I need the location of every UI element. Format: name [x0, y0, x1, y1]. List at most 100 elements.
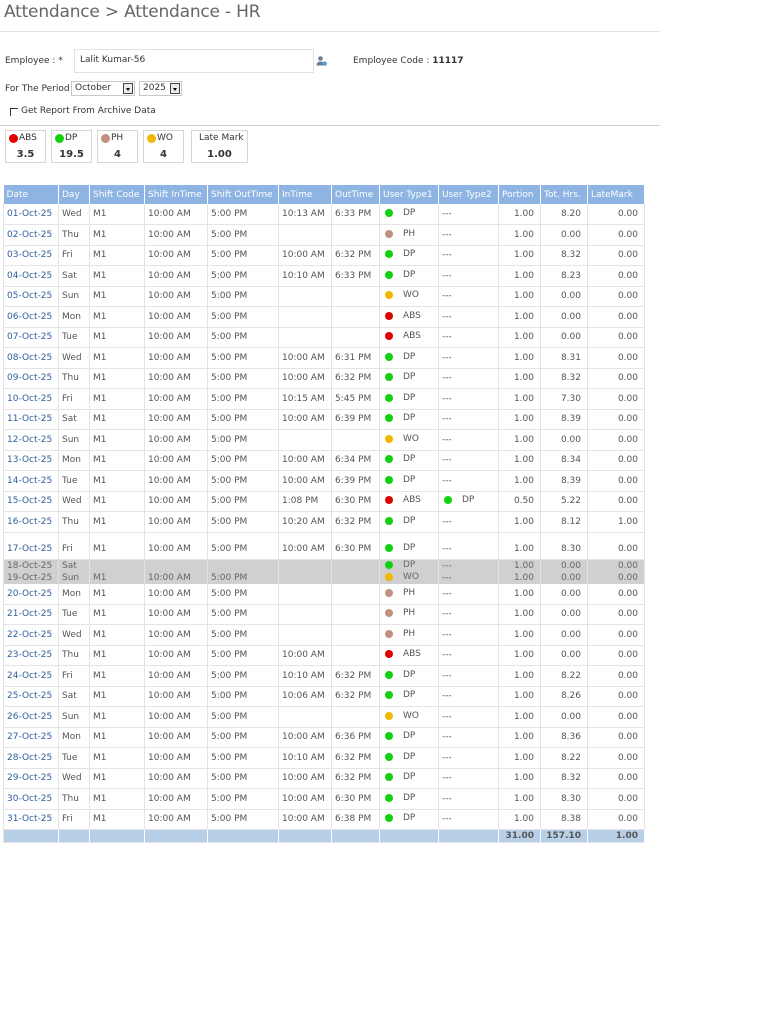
date-cell[interactable]: 28-Oct-25 — [3, 747, 59, 769]
table-row[interactable]: 22-Oct-25 Wed M1 10:00 AM 5:00 PM PH --- 1.00 0.… — [3, 624, 645, 646]
table-row[interactable]: 25-Oct-25 Sat M1 10:00 AM 5:00 PM 10:06 AM 6:3… — [3, 686, 645, 707]
date-cell[interactable]: 04-Oct-25 — [3, 265, 59, 287]
date-cell[interactable]: 09-Oct-25 — [3, 368, 59, 389]
date-cell[interactable]: 26-Oct-25 — [3, 706, 59, 728]
day-cell: Sat — [58, 409, 90, 430]
user-type-label: DP — [403, 392, 416, 403]
table-row[interactable]: 08-Oct-25 Wed M1 10:00 AM 5:00 PM 10:00 AM 6:3… — [3, 347, 645, 369]
user-type-badge: DP — [383, 516, 415, 526]
column-header[interactable]: Portion — [498, 185, 541, 204]
table-row[interactable]: 12-Oct-25 Sun M1 10:00 AM 5:00 PM WO --- 1.00 0.… — [3, 429, 645, 451]
date-cell[interactable]: 02-Oct-25 — [3, 224, 59, 246]
archive-checkbox[interactable] — [10, 108, 18, 116]
table-row[interactable]: 21-Oct-25 Tue M1 10:00 AM 5:00 PM PH --- 1.00 0.… — [3, 604, 645, 625]
table-row[interactable]: 17-Oct-25 Fri M1 10:00 AM 5:00 PM 10:00 AM 6:3… — [3, 532, 645, 560]
date-cell[interactable]: 03-Oct-25 — [3, 245, 59, 266]
shift-in-cell: 10:00 AM — [144, 624, 208, 646]
column-header[interactable]: OutTime — [331, 185, 380, 204]
column-header[interactable]: Shift InTime — [144, 185, 208, 204]
table-row[interactable]: 26-Oct-25 Sun M1 10:00 AM 5:00 PM WO --- 1.00 0.… — [3, 706, 645, 728]
table-row[interactable]: 18-Oct-25 Sat DP --- 1.00 0.00 0.00 — [3, 559, 645, 572]
portion-cell: 1.00 — [498, 224, 541, 246]
out-time-cell: 6:32 PM — [331, 686, 380, 707]
table-row[interactable]: 05-Oct-25 Sun M1 10:00 AM 5:00 PM WO --- 1.00 0.… — [3, 286, 645, 307]
table-row[interactable]: 24-Oct-25 Fri M1 10:00 AM 5:00 PM 10:10 AM 6:3… — [3, 665, 645, 687]
status-dot-icon — [385, 793, 393, 802]
table-row[interactable]: 13-Oct-25 Mon M1 10:00 AM 5:00 PM 10:00 AM 6:3… — [3, 450, 645, 471]
user-type-badge: DP — [383, 670, 415, 680]
table-row[interactable]: 28-Oct-25 Tue M1 10:00 AM 5:00 PM 10:10 AM 6:3… — [3, 747, 645, 769]
date-cell[interactable]: 23-Oct-25 — [3, 645, 59, 666]
date-cell[interactable]: 08-Oct-25 — [3, 347, 59, 369]
table-row[interactable]: 04-Oct-25 Sat M1 10:00 AM 5:00 PM 10:10 AM 6:3… — [3, 265, 645, 287]
date-cell[interactable]: 17-Oct-25 — [3, 532, 59, 560]
date-cell[interactable]: 21-Oct-25 — [3, 604, 59, 625]
column-header[interactable]: Day — [58, 185, 90, 204]
month-dropdown-icon[interactable] — [123, 83, 133, 94]
table-row[interactable]: 15-Oct-25 Wed M1 10:00 AM 5:00 PM 1:08 PM 6:30… — [3, 491, 645, 512]
date-cell[interactable]: 13-Oct-25 — [3, 450, 59, 471]
table-row[interactable]: 30-Oct-25 Thu M1 10:00 AM 5:00 PM 10:00 AM 6:3… — [3, 788, 645, 810]
date-cell[interactable]: 27-Oct-25 — [3, 727, 59, 748]
date-cell[interactable]: 05-Oct-25 — [3, 286, 59, 307]
user-type1-cell: DP — [379, 265, 439, 287]
out-time-cell — [331, 645, 380, 666]
table-row[interactable]: 03-Oct-25 Fri M1 10:00 AM 5:00 PM 10:00 AM 6:3… — [3, 245, 645, 266]
out-time-cell: 5:45 PM — [331, 388, 380, 410]
employee-field[interactable]: Lalit Kumar-56 — [74, 49, 314, 73]
employee-search-icon[interactable] — [316, 55, 328, 67]
table-row[interactable]: 01-Oct-25 Wed M1 10:00 AM 5:00 PM 10:13 AM 6:3… — [3, 204, 645, 225]
date-cell[interactable]: 11-Oct-25 — [3, 409, 59, 430]
date-cell[interactable]: 31-Oct-25 — [3, 809, 59, 830]
column-header[interactable]: Date — [3, 185, 59, 204]
month-select[interactable]: October — [71, 81, 135, 96]
shift-out-cell: 5:00 PM — [207, 788, 279, 810]
table-row[interactable]: 19-Oct-25 Sun M1 10:00 AM 5:00 PM WO --- 1.00 0.… — [3, 571, 645, 584]
table-row[interactable]: 06-Oct-25 Mon M1 10:00 AM 5:00 PM ABS --- 1.00 0… — [3, 306, 645, 328]
in-time-cell: 10:10 AM — [278, 265, 332, 287]
date-cell[interactable]: 25-Oct-25 — [3, 686, 59, 707]
date-cell[interactable]: 15-Oct-25 — [3, 491, 59, 512]
date-cell[interactable]: 29-Oct-25 — [3, 768, 59, 789]
date-cell[interactable]: 12-Oct-25 — [3, 429, 59, 451]
date-cell[interactable]: 07-Oct-25 — [3, 327, 59, 348]
table-row[interactable]: 10-Oct-25 Fri M1 10:00 AM 5:00 PM 10:15 AM 5:4… — [3, 388, 645, 410]
column-header[interactable]: InTime — [278, 185, 332, 204]
date-cell[interactable]: 18-Oct-25 — [3, 559, 59, 572]
date-cell[interactable]: 30-Oct-25 — [3, 788, 59, 810]
date-cell[interactable]: 22-Oct-25 — [3, 624, 59, 646]
table-row[interactable]: 11-Oct-25 Sat M1 10:00 AM 5:00 PM 10:00 AM 6:3… — [3, 409, 645, 430]
table-row[interactable]: 02-Oct-25 Thu M1 10:00 AM 5:00 PM PH --- 1.00 0.… — [3, 224, 645, 246]
table-row[interactable]: 23-Oct-25 Thu M1 10:00 AM 5:00 PM 10:00 AM ABS… — [3, 645, 645, 666]
date-cell[interactable]: 14-Oct-25 — [3, 470, 59, 492]
year-select[interactable]: 2025 — [139, 81, 182, 96]
date-cell[interactable]: 16-Oct-25 — [3, 511, 59, 533]
table-row[interactable]: 29-Oct-25 Wed M1 10:00 AM 5:00 PM 10:00 AM 6:3… — [3, 768, 645, 789]
column-header[interactable]: Shift OutTime — [207, 185, 279, 204]
date-cell[interactable]: 01-Oct-25 — [3, 204, 59, 225]
date-cell[interactable]: 10-Oct-25 — [3, 388, 59, 410]
column-header[interactable]: LateMark — [587, 185, 645, 204]
column-header[interactable]: User Type1 — [379, 185, 439, 204]
year-dropdown-icon[interactable] — [170, 83, 180, 94]
portion-cell: 1.00 — [498, 388, 541, 410]
date-cell[interactable]: 20-Oct-25 — [3, 583, 59, 605]
user-type2-cell: --- — [438, 559, 499, 572]
portion-cell: 1.00 — [498, 604, 541, 625]
table-row[interactable]: 09-Oct-25 Thu M1 10:00 AM 5:00 PM 10:00 AM 6:3… — [3, 368, 645, 389]
date-cell[interactable]: 24-Oct-25 — [3, 665, 59, 687]
column-header[interactable]: Tot. Hrs. — [540, 185, 588, 204]
table-row[interactable]: 14-Oct-25 Tue M1 10:00 AM 5:00 PM 10:00 AM 6:3… — [3, 470, 645, 492]
shift-out-cell: 5:00 PM — [207, 747, 279, 769]
table-row[interactable]: 07-Oct-25 Tue M1 10:00 AM 5:00 PM ABS --- 1.00 0… — [3, 327, 645, 348]
date-cell[interactable]: 06-Oct-25 — [3, 306, 59, 328]
table-row[interactable]: 16-Oct-25 Thu M1 10:00 AM 5:00 PM 10:20 AM 6:3… — [3, 511, 645, 533]
date-cell[interactable]: 19-Oct-25 — [3, 571, 59, 584]
user-type-label: PH — [403, 608, 416, 619]
table-row[interactable]: 20-Oct-25 Mon M1 10:00 AM 5:00 PM PH --- 1.00 0.… — [3, 583, 645, 605]
status-dot-icon — [385, 814, 393, 823]
table-row[interactable]: 31-Oct-25 Fri M1 10:00 AM 5:00 PM 10:00 AM 6:3… — [3, 809, 645, 830]
column-header[interactable]: Shift Code — [89, 185, 145, 204]
column-header[interactable]: User Type2 — [438, 185, 499, 204]
table-row[interactable]: 27-Oct-25 Mon M1 10:00 AM 5:00 PM 10:00 AM 6:3… — [3, 727, 645, 748]
